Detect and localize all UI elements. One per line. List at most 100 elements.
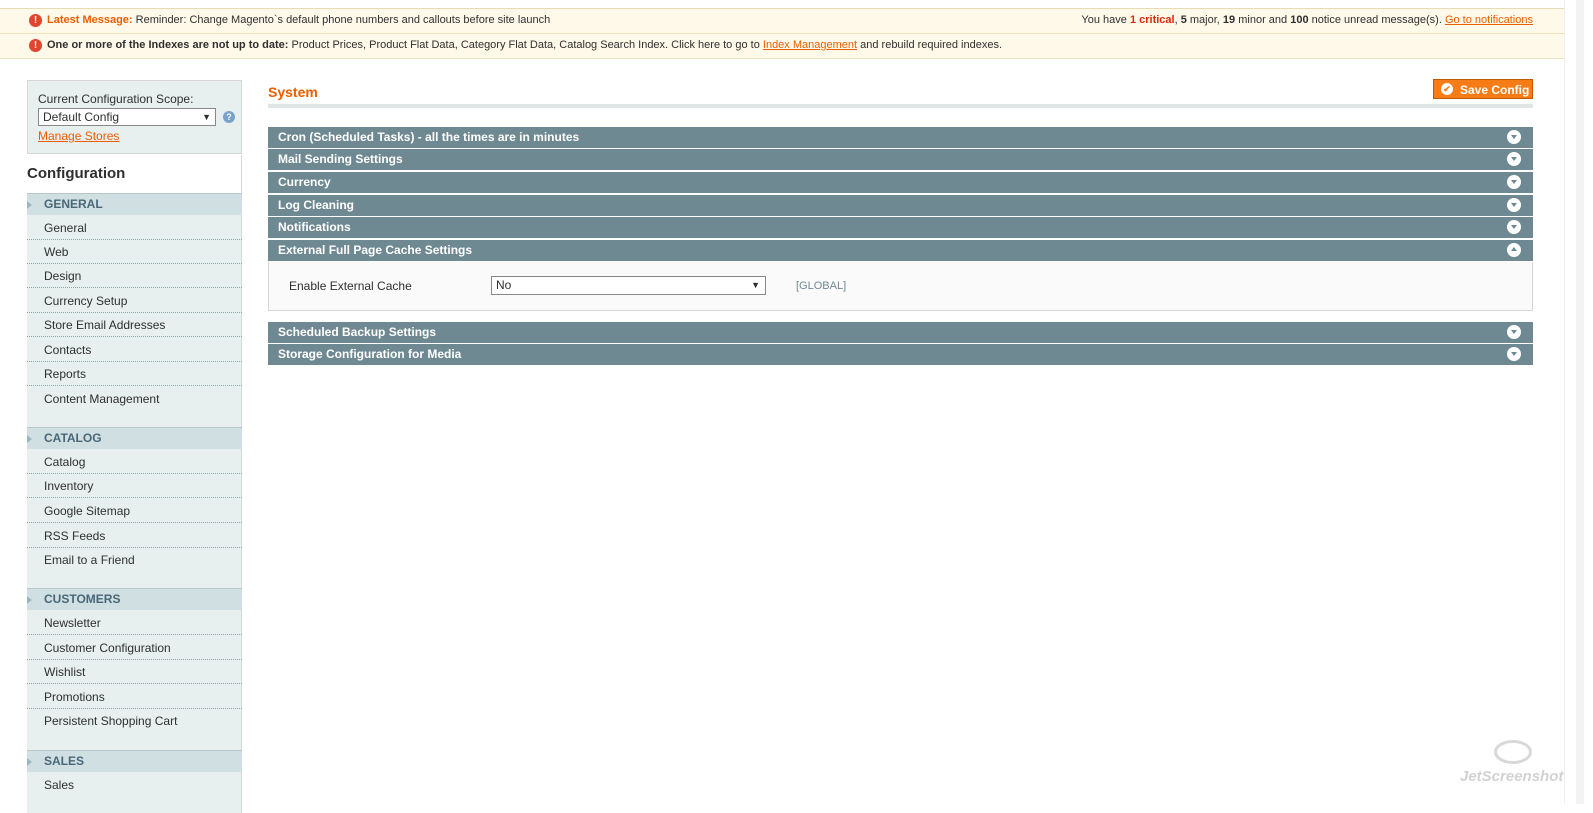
sidebar-item-wishlist[interactable]: Wishlist — [27, 660, 242, 684]
section-label: GENERAL — [44, 197, 103, 211]
notice-label: notice unread message(s). — [1311, 14, 1442, 26]
sidebar-section-sales: SALES — [27, 750, 242, 772]
alert-icon: ! — [29, 14, 42, 27]
section-arrow-icon — [27, 201, 32, 209]
config-scope-panel: Current Configuration Scope: Default Con… — [27, 80, 242, 154]
index-management-link[interactable]: Index Management — [763, 39, 857, 51]
critical-count: 1 critical — [1129, 14, 1175, 26]
sidebar-item-content-management[interactable]: Content Management — [27, 387, 242, 411]
fieldset-log-cleaning-header[interactable]: Log Cleaning — [268, 195, 1533, 216]
sidebar-item-general[interactable]: General — [27, 216, 242, 240]
fieldset-title: Mail Sending Settings — [278, 152, 403, 166]
sidebar-item-promotions[interactable]: Promotions — [27, 685, 242, 709]
dropdown-arrow-icon: ▼ — [202, 112, 211, 122]
latest-message: Latest Message: Reminder: Change Magento… — [47, 14, 550, 26]
sidebar-item-web[interactable]: Web — [27, 240, 242, 264]
help-icon[interactable]: ? — [223, 111, 235, 123]
watermark-text: JetScreenshot — [1460, 768, 1564, 785]
index-message: One or more of the Indexes are not up to… — [47, 39, 1002, 51]
latest-message-text: Reminder: Change Magento`s default phone… — [135, 14, 551, 26]
message-summary: You have 1 critical, 5 major, 19 minor a… — [1081, 14, 1533, 26]
major-count: 5 — [1180, 14, 1187, 26]
sidebar-section-customers: CUSTOMERS — [27, 588, 242, 610]
sidebar-item-google-sitemap[interactable]: Google Sitemap — [27, 499, 242, 523]
fieldset-external-cache-header[interactable]: External Full Page Cache Settings — [268, 240, 1533, 261]
expand-icon — [1507, 130, 1521, 144]
index-message-text: Product Prices, Product Flat Data, Categ… — [291, 39, 760, 51]
sidebar-item-rss-feeds[interactable]: RSS Feeds — [27, 524, 242, 548]
major-label: major, — [1189, 14, 1220, 26]
expand-icon — [1507, 325, 1521, 339]
fieldset-title: External Full Page Cache Settings — [278, 243, 473, 257]
sidebar-item-store-email-addresses[interactable]: Store Email Addresses — [27, 313, 242, 337]
sidebar-item-newsletter[interactable]: Newsletter — [27, 611, 242, 635]
enable-external-cache-label: Enable External Cache — [289, 279, 412, 293]
index-message-bar: ! One or more of the Indexes are not up … — [0, 34, 1565, 59]
scope-label: Current Configuration Scope: — [38, 92, 194, 106]
sidebar-item-currency-setup[interactable]: Currency Setup — [27, 289, 242, 313]
scrollbar-thumb[interactable] — [1576, 0, 1584, 804]
expand-icon — [1507, 220, 1521, 234]
select-value: No — [496, 278, 512, 292]
enable-external-cache-select[interactable]: No ▼ — [491, 276, 766, 295]
fieldset-title: Log Cleaning — [278, 198, 354, 212]
expand-icon — [1507, 152, 1521, 166]
sidebar-item-sales[interactable]: Sales — [27, 773, 242, 797]
section-arrow-icon — [27, 596, 32, 604]
manage-stores-link[interactable]: Manage Stores — [38, 129, 119, 143]
fieldset-mail-sending-header[interactable]: Mail Sending Settings — [268, 149, 1533, 170]
title-divider — [268, 104, 1533, 108]
sidebar-item-catalog[interactable]: Catalog — [27, 450, 242, 474]
notice-count: 100 — [1290, 14, 1309, 26]
top-header-edge — [0, 0, 1593, 9]
alert-icon: ! — [29, 39, 42, 52]
page-scrollbar[interactable] — [1564, 0, 1593, 804]
fieldset-title: Storage Configuration for Media — [278, 347, 462, 361]
minor-label: minor and — [1238, 14, 1288, 26]
watermark: JetScreenshot — [1458, 738, 1568, 790]
sidebar-item-customer-configuration[interactable]: Customer Configuration — [27, 636, 242, 660]
fieldset-title: Notifications — [278, 220, 351, 234]
fieldset-notifications-header[interactable]: Notifications — [268, 217, 1533, 238]
latest-message-label: Latest Message: — [47, 14, 133, 26]
expand-icon — [1507, 347, 1521, 361]
sidebar-item-contacts[interactable]: Contacts — [27, 338, 242, 362]
check-icon: ✔ — [1441, 83, 1453, 95]
scope-select-value: Default Config — [43, 110, 120, 124]
sidebar-section-general: GENERAL — [27, 193, 242, 215]
fieldset-cron-header[interactable]: Cron (Scheduled Tasks) - all the times a… — [268, 127, 1533, 148]
sidebar-item-persistent-shopping-cart[interactable]: Persistent Shopping Cart — [27, 709, 242, 733]
fieldset-external-cache-body: Enable External Cache No ▼ [GLOBAL] — [268, 262, 1533, 311]
scope-tag: [GLOBAL] — [796, 280, 847, 292]
section-label: CATALOG — [44, 431, 102, 445]
configuration-title: Configuration — [27, 155, 242, 193]
sidebar-item-reports[interactable]: Reports — [27, 362, 242, 386]
fieldset-storage-media-header[interactable]: Storage Configuration for Media — [268, 344, 1533, 365]
summary-prefix: You have — [1081, 14, 1127, 26]
dropdown-arrow-icon: ▼ — [751, 280, 760, 290]
index-message-label: One or more of the Indexes are not up to… — [47, 39, 289, 51]
fieldset-title: Scheduled Backup Settings — [278, 325, 437, 339]
config-sidebar: GENERAL General Web Design Currency Setu… — [27, 193, 242, 813]
scope-select[interactable]: Default Config ▼ — [38, 108, 216, 126]
latest-message-bar: ! Latest Message: Reminder: Change Magen… — [0, 9, 1565, 34]
fieldset-title: Currency — [278, 175, 331, 189]
minor-count: 19 — [1222, 14, 1236, 26]
section-arrow-icon — [27, 758, 32, 766]
sidebar-item-design[interactable]: Design — [27, 264, 242, 288]
section-arrow-icon — [27, 435, 32, 443]
collapse-icon — [1507, 243, 1521, 257]
fieldset-scheduled-backup-header[interactable]: Scheduled Backup Settings — [268, 322, 1533, 343]
save-config-button[interactable]: ✔ Save Config — [1433, 79, 1533, 99]
sidebar-item-inventory[interactable]: Inventory — [27, 474, 242, 498]
save-config-label: Save Config — [1460, 83, 1530, 97]
section-label: CUSTOMERS — [44, 592, 121, 606]
sidebar-item-email-to-a-friend[interactable]: Email to a Friend — [27, 548, 242, 572]
watermark-logo-icon — [1494, 740, 1532, 764]
index-message-suffix: and rebuild required indexes. — [860, 39, 1002, 51]
section-label: SALES — [44, 754, 85, 768]
sidebar-section-catalog: CATALOG — [27, 427, 242, 449]
go-to-notifications-link[interactable]: Go to notifications — [1445, 14, 1533, 26]
expand-icon — [1507, 198, 1521, 212]
fieldset-currency-header[interactable]: Currency — [268, 172, 1533, 193]
